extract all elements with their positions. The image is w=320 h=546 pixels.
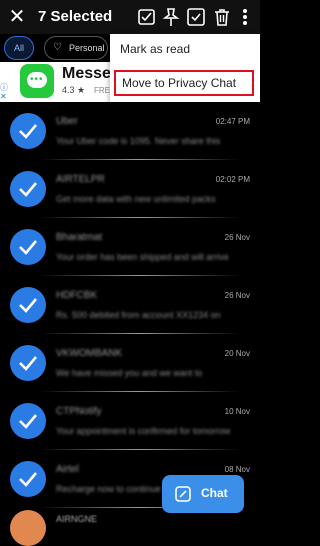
more-vert-icon[interactable] <box>238 6 252 28</box>
timestamp: 26 Nov <box>224 291 250 300</box>
message-list: Uber Your Uber code is 1095. Never share… <box>0 102 260 522</box>
pin-icon[interactable] <box>160 6 182 28</box>
message-preview: Get more data with new unlimited packs <box>56 194 216 204</box>
message-preview: We have missed you and we want to <box>56 368 203 378</box>
close-icon[interactable]: ✕ <box>8 6 26 28</box>
list-item[interactable]: VKWOMBANK We have missed you and we want… <box>0 334 260 392</box>
sender-name: AIRNGNE <box>56 514 98 524</box>
ad-close-icon[interactable]: ✕ <box>0 92 10 102</box>
compose-icon <box>174 485 192 503</box>
checkmark-icon[interactable] <box>10 287 46 323</box>
checkmark-icon[interactable] <box>10 171 46 207</box>
timestamp: 26 Nov <box>224 233 250 242</box>
timestamp: 02:47 PM <box>215 117 250 126</box>
chat-button[interactable]: Chat <box>162 475 244 513</box>
list-item[interactable]: Bharatmat Your order has been shipped an… <box>0 218 260 276</box>
sender-name: CTPNotify <box>56 406 102 417</box>
ad-app-name: Messer <box>62 65 118 82</box>
checkmark-icon[interactable] <box>10 229 46 265</box>
filter-personal[interactable]: ♡ Personal <box>44 36 108 60</box>
filter-personal-label: Personal <box>69 43 105 53</box>
timestamp: 20 Nov <box>224 349 250 358</box>
timestamp: 10 Nov <box>224 407 250 416</box>
mark-read-icon[interactable] <box>136 6 158 28</box>
sender-name: Airtel <box>56 464 79 475</box>
overflow-menu: Mark as read Move to Privacy Chat <box>110 34 260 102</box>
ad-info-icon[interactable]: ⓘ <box>0 82 10 92</box>
bookmark-icon[interactable] <box>185 6 207 28</box>
checkmark-icon[interactable] <box>10 403 46 439</box>
filter-all[interactable]: All <box>4 36 34 60</box>
sender-name: Uber <box>56 116 78 127</box>
ad-rating-value: 4.3 <box>62 85 75 95</box>
messenger-app-icon: ••• <box>20 64 54 98</box>
sender-name: HDFCBK <box>56 290 98 301</box>
star-icon: ★ <box>77 85 86 95</box>
message-preview: Your order has been shipped and will arr… <box>56 252 229 262</box>
timestamp: 02:02 PM <box>215 175 250 184</box>
sender-name: Bharatmat <box>56 232 103 243</box>
ad-rating: 4.3 ★ <box>62 85 85 96</box>
menu-item-move-to-privacy-chat[interactable]: Move to Privacy Chat <box>114 70 254 96</box>
avatar[interactable] <box>10 510 46 546</box>
sender-name: AIRTELPR <box>56 174 105 185</box>
menu-item-mark-as-read[interactable]: Mark as read <box>120 42 190 56</box>
chat-button-label: Chat <box>201 486 228 500</box>
delete-icon[interactable] <box>211 6 233 28</box>
message-preview: Your Uber code is 1095. Never share this <box>56 136 221 146</box>
checkmark-icon[interactable] <box>10 113 46 149</box>
list-item[interactable]: HDFCBK Rs. 500 debited from account XX12… <box>0 276 260 334</box>
list-item[interactable]: CTPNotify Your appointment is confirmed … <box>0 392 260 450</box>
message-preview: Your appointment is confirmed for tomorr… <box>56 426 231 436</box>
checkmark-icon[interactable] <box>10 461 46 497</box>
message-preview: Rs. 500 debited from account XX1234 on <box>56 310 221 320</box>
list-item[interactable]: Uber Your Uber code is 1095. Never share… <box>0 102 260 160</box>
checkmark-icon[interactable] <box>10 345 46 381</box>
heart-icon: ♡ <box>53 42 62 53</box>
list-item[interactable]: AIRTELPR Get more data with new unlimite… <box>0 160 260 218</box>
top-bar: ✕ 7 Selected <box>0 0 260 34</box>
selection-count: 7 Selected <box>38 8 113 25</box>
timestamp: 08 Nov <box>224 465 250 474</box>
sender-name: VKWOMBANK <box>56 348 123 359</box>
